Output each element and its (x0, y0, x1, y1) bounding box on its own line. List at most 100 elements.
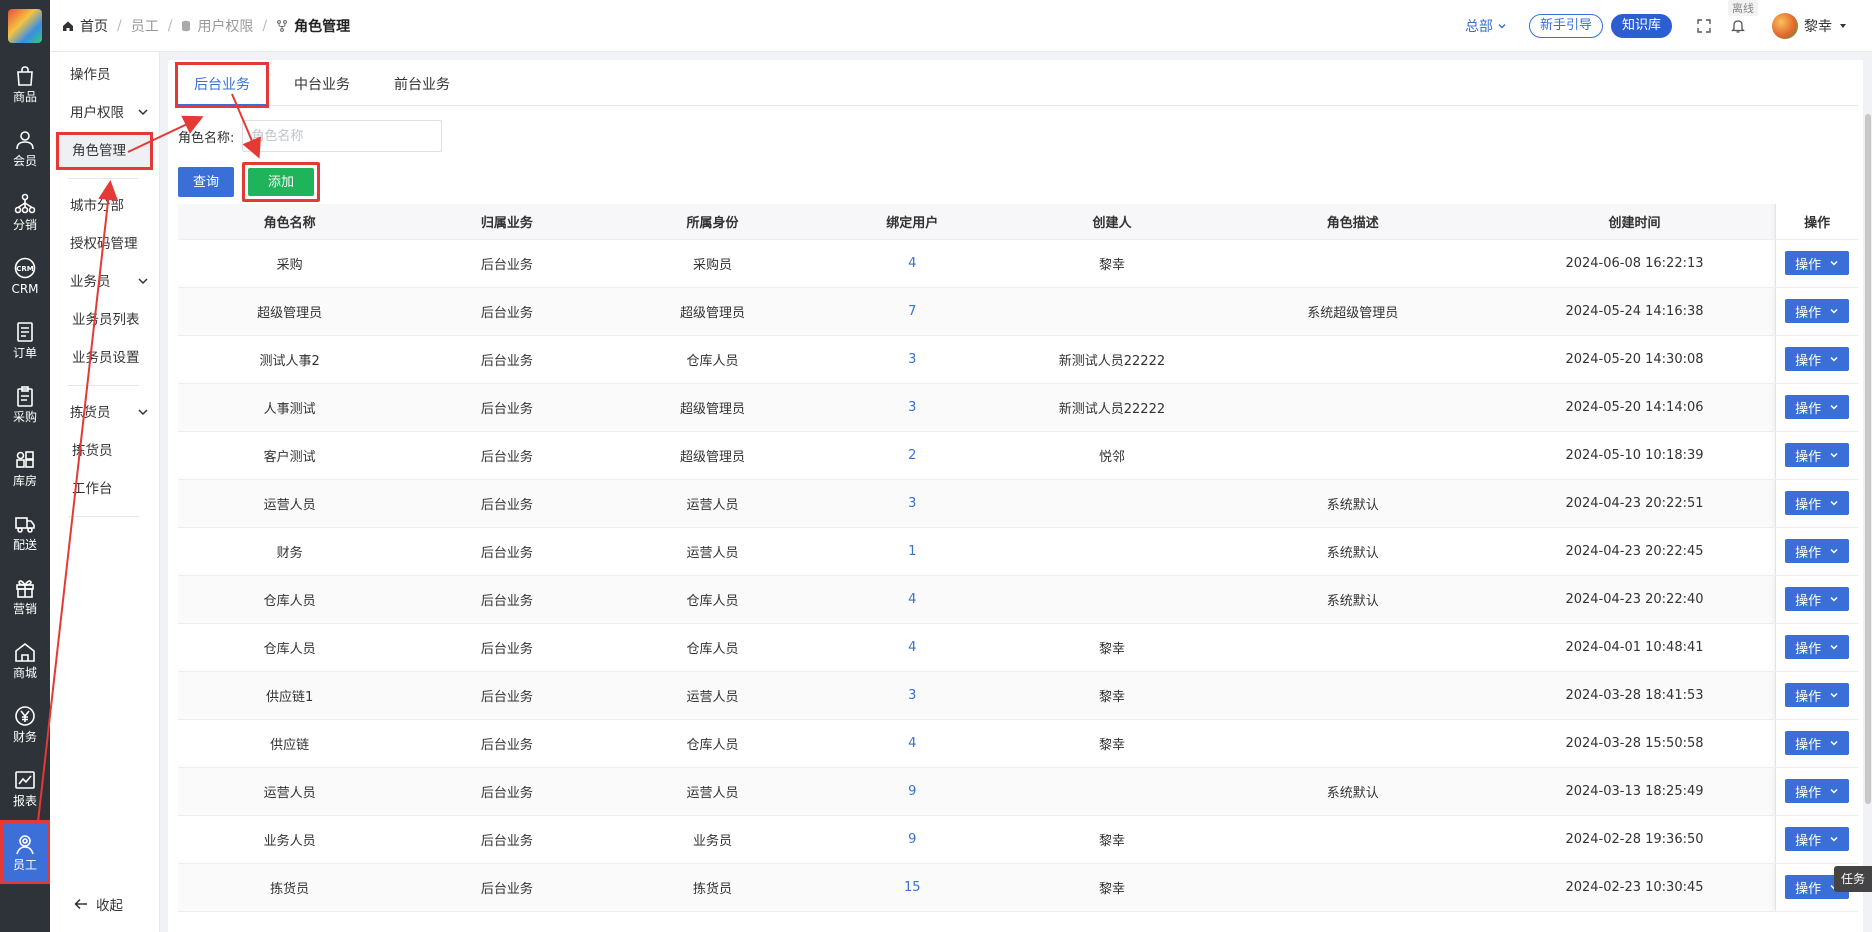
tab-middle[interactable]: 中台业务 (278, 65, 366, 105)
page-scrollbar[interactable] (1864, 104, 1872, 804)
table-cell[interactable]: 4 (812, 575, 1013, 624)
app-logo[interactable] (0, 0, 50, 52)
table-row: 运营人员 后台业务 运营人员 9 系统默认 2024-03-13 18:25:49 操作 (178, 767, 1858, 816)
operation-label: 操作 (1795, 449, 1822, 465)
table-cell[interactable]: 9 (812, 815, 1013, 864)
knowledge-button[interactable]: 知识库 (1610, 13, 1672, 38)
fullscreen-icon[interactable] (1694, 16, 1714, 36)
breadcrumb-home[interactable]: 首页 (62, 16, 108, 36)
breadcrumb-user-perm[interactable]: 用户权限 (181, 16, 253, 36)
operation-dropdown-button[interactable]: 操作 (1785, 347, 1850, 371)
rail-item-8[interactable]: 营销 (0, 564, 50, 628)
submenu-auth-code[interactable]: 授权码管理 (50, 225, 159, 263)
rail-item-7[interactable]: 配送 (0, 500, 50, 564)
home-icon (63, 21, 73, 31)
table-cell[interactable]: 3 (812, 479, 1013, 528)
table-cell: 2024-02-23 10:30:45 (1493, 863, 1776, 912)
rail-item-0[interactable]: 商品 (0, 52, 50, 116)
table-row: 供应链 后台业务 仓库人员 4 黎幸 2024-03-28 15:50:58 操作 (178, 719, 1858, 768)
submenu-salesman-settings[interactable]: 业务员设置 (50, 339, 159, 377)
table-cell[interactable]: 4 (812, 623, 1013, 672)
bag-icon (14, 65, 36, 87)
rail-item-5[interactable]: 采购 (0, 372, 50, 436)
tab-frontend[interactable]: 前台业务 (378, 65, 466, 105)
chevron-down-icon (1830, 548, 1838, 554)
table-cell: 系统默认 (1211, 575, 1494, 624)
breadcrumb-staff[interactable]: 员工 (131, 16, 159, 36)
table-cell[interactable]: 3 (812, 383, 1013, 432)
submenu-city-branch[interactable]: 城市分部 (50, 187, 159, 225)
table-cell: 2024-03-28 18:41:53 (1493, 671, 1776, 720)
table-cell: 业务员 (612, 815, 813, 864)
rail-item-4[interactable]: 订单 (0, 308, 50, 372)
submenu-role-mgmt[interactable]: 角色管理 (56, 132, 153, 170)
operation-dropdown-button[interactable]: 操作 (1785, 587, 1850, 611)
submenu-operator[interactable]: 操作员 (50, 56, 159, 94)
scrollbar-thumb[interactable] (1865, 114, 1871, 804)
rail-label: 配送 (12, 537, 37, 552)
rail-label: 商城 (12, 665, 37, 680)
operation-dropdown-button[interactable]: 操作 (1785, 731, 1850, 755)
clipboard-icon (14, 385, 36, 407)
operation-dropdown-button[interactable]: 操作 (1785, 395, 1850, 419)
operation-dropdown-button[interactable]: 操作 (1785, 683, 1850, 707)
operation-dropdown-button[interactable]: 操作 (1785, 491, 1850, 515)
rail-item-3[interactable]: CRM CRM (0, 244, 50, 308)
operation-dropdown-button[interactable]: 操作 (1785, 443, 1850, 467)
table-cell: 仓库人员 (612, 719, 813, 768)
rail-item-9[interactable]: 商城 (0, 628, 50, 692)
column-header: 绑定用户 (812, 204, 1013, 240)
rail-item-10[interactable]: 财务 (0, 692, 50, 756)
table-cell[interactable]: 4 (812, 239, 1013, 288)
table-cell[interactable]: 15 (812, 863, 1013, 912)
rail-item-1[interactable]: 会员 (0, 116, 50, 180)
rail-item-11[interactable]: 报表 (0, 756, 50, 820)
submenu-user-perm[interactable]: 用户权限 (50, 94, 159, 132)
table-cell[interactable]: 1 (812, 527, 1013, 576)
operation-dropdown-button[interactable]: 操作 (1785, 251, 1850, 275)
table-cell[interactable]: 2 (812, 431, 1013, 480)
submenu-picker[interactable]: 拣货员 (50, 394, 159, 432)
task-tab[interactable]: 任务 (1834, 866, 1872, 892)
table-cell-operation: 操作 (1775, 239, 1858, 288)
rail-item-6[interactable]: 库房 (0, 436, 50, 500)
table-cell[interactable]: 3 (812, 671, 1013, 720)
submenu-workbench[interactable]: 工作台 (50, 470, 159, 508)
submenu-picker-item[interactable]: 拣货员 (50, 432, 159, 470)
table-cell-operation: 操作 (1775, 815, 1858, 864)
table-cell[interactable]: 4 (812, 719, 1013, 768)
table-cell[interactable]: 9 (812, 767, 1013, 816)
tab-backend[interactable]: 后台业务 (175, 62, 269, 108)
rail-item-2[interactable]: 分销 (0, 180, 50, 244)
submenu-salesman[interactable]: 业务员 (50, 263, 159, 301)
submenu-salesman-list[interactable]: 业务员列表 (50, 301, 159, 339)
operation-label: 操作 (1795, 689, 1822, 705)
table-cell: 黎幸 (1012, 671, 1212, 720)
role-name-input[interactable] (242, 120, 443, 152)
table-row: 超级管理员 后台业务 超级管理员 7 系统超级管理员 2024-05-24 14:16:3… (178, 287, 1858, 336)
table-cell: 客户测试 (178, 431, 402, 480)
rail-item-12[interactable]: 员工 (0, 820, 50, 884)
operation-dropdown-button[interactable]: 操作 (1785, 635, 1850, 659)
table-cell[interactable]: 7 (812, 287, 1013, 336)
hq-selector[interactable]: 总部 (1465, 16, 1507, 36)
table-cell: 后台业务 (401, 239, 613, 288)
chevron-down-icon (1830, 308, 1838, 314)
collapse-button[interactable]: 收起 (74, 894, 123, 914)
chevron-down-icon (1498, 23, 1506, 28)
operation-dropdown-button[interactable]: 操作 (1785, 539, 1850, 563)
operation-label: 操作 (1795, 401, 1822, 417)
add-button[interactable]: 添加 (248, 168, 315, 196)
query-button[interactable]: 查询 (178, 167, 235, 197)
chevron-down-icon (138, 278, 148, 285)
operation-dropdown-button[interactable]: 操作 (1785, 299, 1850, 323)
operation-dropdown-button[interactable]: 操作 (1785, 827, 1850, 851)
offline-badge: 离线 (1728, 0, 1758, 16)
bell-icon[interactable]: 离线 (1728, 0, 1758, 36)
table-cell[interactable]: 3 (812, 335, 1013, 384)
breadcrumb-staff-label: 员工 (130, 18, 159, 35)
operation-dropdown-button[interactable]: 操作 (1785, 779, 1850, 803)
role-table: 角色名称 归属业务 所属身份 绑定用户 创建人 角色描述 创建时间 操作 采购 后台业务 采购员 4… (178, 204, 1858, 932)
guide-button[interactable]: 新手引导 (1528, 13, 1603, 38)
user-menu[interactable]: 黎幸 (1772, 12, 1848, 39)
